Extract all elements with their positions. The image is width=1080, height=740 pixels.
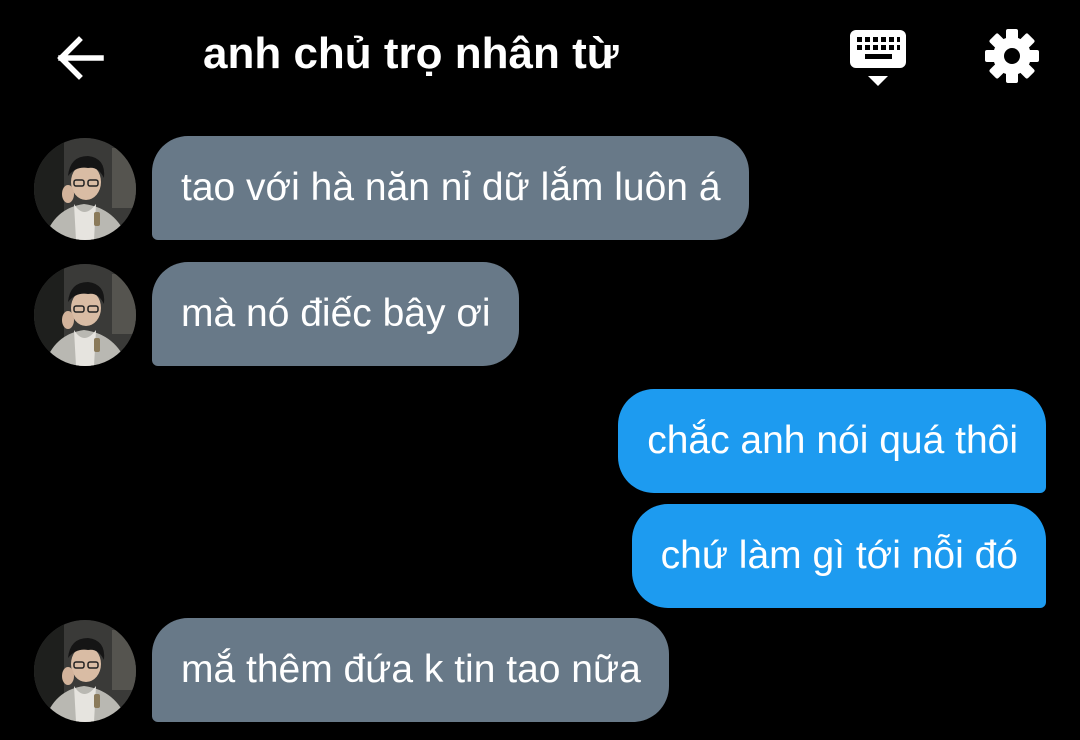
message-bubble-incoming[interactable]: tao với hà năn nỉ dữ lắm luôn á [152, 136, 749, 240]
message-bubble-outgoing[interactable]: chắc anh nói quá thôi [618, 389, 1046, 493]
avatar[interactable] [34, 138, 136, 240]
avatar-photo-icon [34, 264, 136, 366]
message-bubble-incoming[interactable]: mà nó điếc bây ơi [152, 262, 519, 366]
keyboard-button[interactable] [846, 26, 910, 88]
message-text: mắ thêm đứa k tin tao nữa [181, 648, 641, 691]
avatar[interactable] [34, 264, 136, 366]
avatar-photo-icon [34, 138, 136, 240]
message-text: mà nó điếc bây ơi [181, 292, 491, 335]
message-text: tao với hà năn nỉ dữ lắm luôn á [181, 166, 721, 209]
message-bubble-outgoing[interactable]: chứ làm gì tới nỗi đó [631, 504, 1046, 608]
arrow-left-icon [57, 36, 104, 80]
conversation-title: anh chủ trọ nhân từ [203, 29, 619, 78]
keyboard-icon [850, 30, 906, 86]
message-bubble-incoming[interactable]: mắ thêm đứa k tin tao nữa [152, 618, 669, 722]
message-text: chứ làm gì tới nỗi đó [660, 534, 1018, 577]
avatar-photo-icon [34, 620, 136, 722]
chat-header: anh chủ trọ nhân từ [0, 0, 1080, 110]
avatar[interactable] [34, 620, 136, 722]
back-button[interactable] [50, 28, 110, 88]
settings-button[interactable] [980, 24, 1044, 88]
message-text: chắc anh nói quá thôi [647, 419, 1018, 462]
gear-icon [985, 29, 1039, 83]
